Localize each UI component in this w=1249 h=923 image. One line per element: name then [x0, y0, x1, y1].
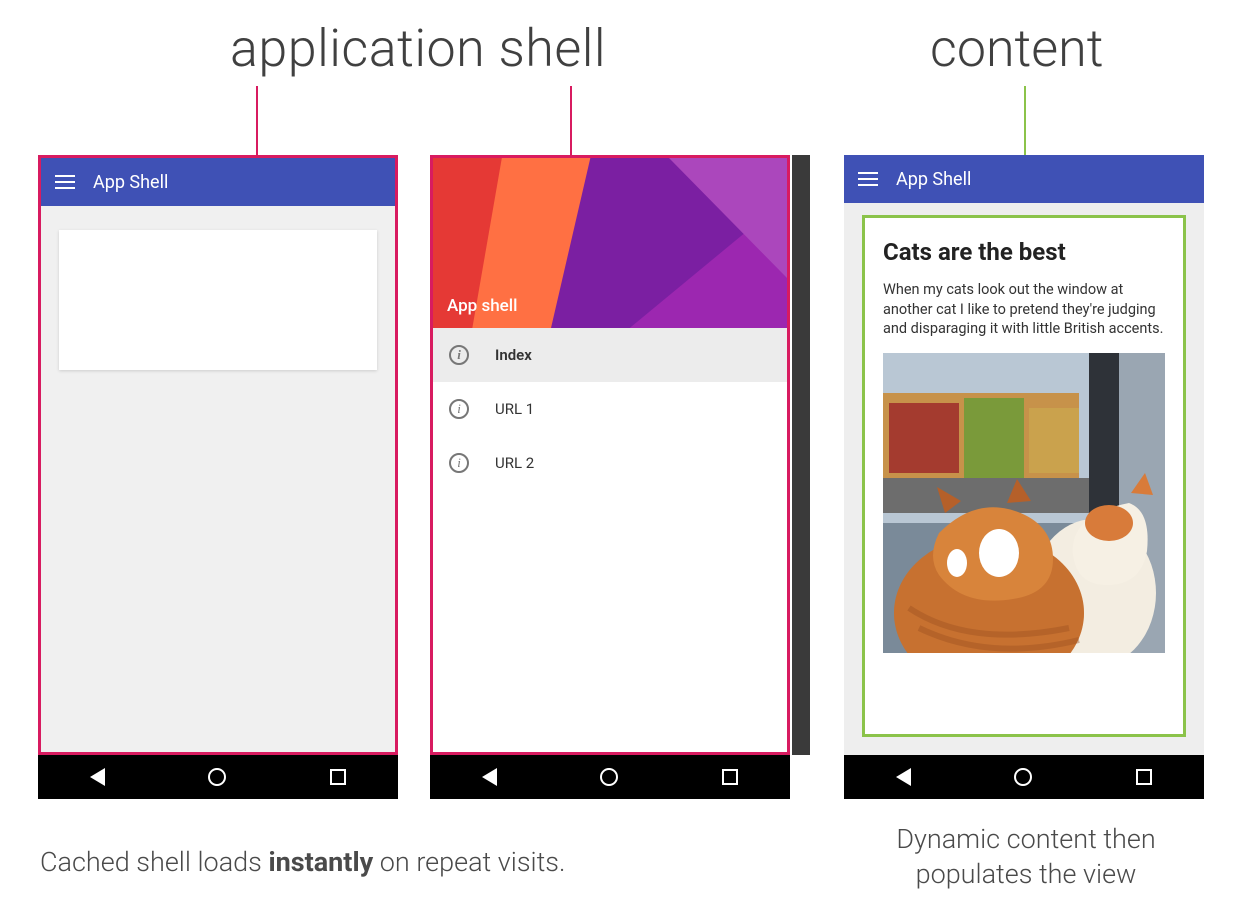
- caption-text: on repeat visits.: [373, 846, 565, 878]
- article-title: Cats are the best: [883, 238, 1165, 266]
- recents-icon[interactable]: [1136, 769, 1152, 785]
- phone-shell-empty: App Shell: [38, 155, 398, 800]
- label-content: content: [930, 18, 1104, 79]
- drawer-item-label: URL 2: [495, 454, 534, 472]
- home-icon[interactable]: [600, 768, 618, 786]
- drawer-list: i Index i URL 1 i URL 2: [433, 328, 787, 490]
- screen: App shell i Index i URL 1 i URL 2: [430, 155, 790, 755]
- caption-text: Cached shell loads: [40, 846, 268, 878]
- label-application-shell: application shell: [230, 18, 606, 79]
- android-navbar: [38, 755, 398, 799]
- back-icon[interactable]: [896, 768, 911, 786]
- pointer-line: [256, 86, 258, 156]
- menu-icon[interactable]: [55, 175, 75, 189]
- home-icon[interactable]: [208, 768, 226, 786]
- appbar: App Shell: [844, 155, 1204, 203]
- phone-content: App Shell Cats are the best When my cats…: [844, 155, 1204, 800]
- drawer-item-url2[interactable]: i URL 2: [433, 436, 787, 490]
- back-icon[interactable]: [90, 768, 105, 786]
- pointer-line: [570, 86, 572, 156]
- info-icon: i: [449, 453, 469, 473]
- empty-content-card: [59, 230, 377, 370]
- back-icon[interactable]: [482, 768, 497, 786]
- drawer-header-title: App shell: [447, 296, 517, 316]
- drawer-item-label: Index: [495, 346, 532, 364]
- article-body: When my cats look out the window at anot…: [883, 280, 1165, 339]
- android-navbar: [844, 755, 1204, 799]
- info-icon: i: [449, 399, 469, 419]
- content-card: Cats are the best When my cats look out …: [862, 215, 1186, 737]
- scrim-shadow: [792, 155, 810, 755]
- article-photo-cats: [883, 353, 1165, 653]
- recents-icon[interactable]: [330, 769, 346, 785]
- caption-bold: instantly: [268, 846, 373, 878]
- phone-shell-drawer: App shell i Index i URL 1 i URL 2: [430, 155, 790, 800]
- caption-content: Dynamic content then populates the view: [846, 822, 1206, 892]
- appbar-title: App Shell: [896, 169, 971, 190]
- drawer-blank-area: [433, 490, 787, 755]
- screen: App Shell Cats are the best When my cats…: [844, 155, 1204, 755]
- screen: App Shell: [38, 155, 398, 755]
- menu-icon[interactable]: [858, 172, 878, 186]
- android-navbar: [430, 755, 790, 799]
- home-icon[interactable]: [1014, 768, 1032, 786]
- appbar: App Shell: [41, 158, 395, 206]
- appbar-title: App Shell: [93, 172, 168, 193]
- drawer-item-index[interactable]: i Index: [433, 328, 787, 382]
- info-icon: i: [449, 345, 469, 365]
- drawer-item-url1[interactable]: i URL 1: [433, 382, 787, 436]
- drawer-header: App shell: [433, 158, 787, 328]
- drawer-item-label: URL 1: [495, 400, 534, 418]
- recents-icon[interactable]: [722, 769, 738, 785]
- caption-shell: Cached shell loads instantly on repeat v…: [40, 846, 565, 878]
